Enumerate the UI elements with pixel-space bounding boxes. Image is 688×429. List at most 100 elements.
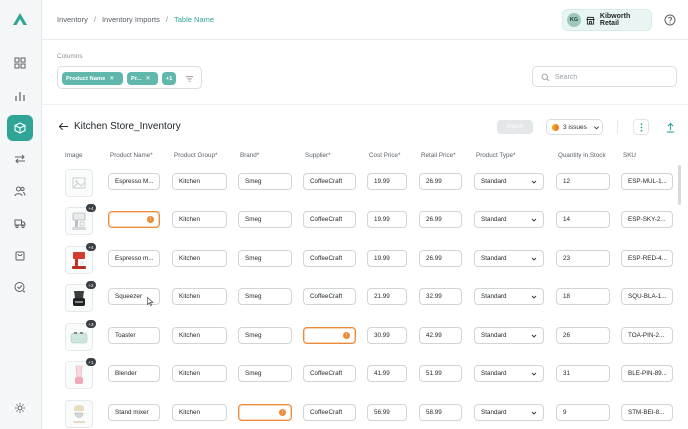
cost-price-field[interactable]: 19.99 — [367, 211, 407, 228]
retail-price-field[interactable]: 51.99 — [419, 365, 462, 382]
column-header[interactable]: Quantity in Stock — [558, 152, 606, 159]
help-icon[interactable] — [664, 14, 676, 26]
back-arrow-icon[interactable] — [58, 121, 69, 132]
retail-price-field[interactable]: 26.99 — [419, 250, 462, 267]
sku-field[interactable]: ESP-MUL-1... — [621, 173, 673, 190]
product-type-select[interactable]: Standard — [474, 327, 544, 344]
product-group-field[interactable]: Kitchen — [172, 404, 227, 421]
sidebar-item-transfers[interactable] — [7, 146, 33, 172]
supplier-field[interactable]: CoffeeCraft — [303, 211, 356, 228]
sidebar-item-tasks[interactable] — [7, 274, 33, 300]
supplier-field[interactable]: CoffeeCraft — [303, 173, 356, 190]
sidebar-item-settings[interactable] — [7, 395, 33, 421]
breadcrumb-item[interactable]: Inventory Imports — [102, 15, 160, 24]
sku-field[interactable]: TOA-PIN-2... — [621, 327, 673, 344]
brand-field[interactable]: ! — [238, 404, 292, 421]
supplier-field[interactable]: CoffeeCraft — [303, 288, 356, 305]
sku-field[interactable]: ESP-SKY-2... — [621, 211, 673, 228]
column-chip[interactable]: Pr... ✕ — [127, 72, 158, 85]
product-image[interactable]: +4 — [65, 243, 96, 274]
columns-selector[interactable]: Product Name ✕ Pr... ✕ +1 — [57, 66, 202, 89]
search-input[interactable] — [555, 70, 665, 84]
product-image[interactable]: +1 — [65, 358, 96, 389]
supplier-field[interactable]: CoffeeCraft — [303, 404, 356, 421]
sidebar-item-shipping[interactable] — [7, 210, 33, 236]
brand-field[interactable]: Smeg — [238, 173, 292, 190]
sidebar-item-analytics[interactable] — [7, 83, 33, 109]
product-name-field[interactable]: ! — [108, 211, 160, 228]
product-type-select[interactable]: Standard — [474, 173, 544, 190]
product-name-field[interactable]: Espresso m... — [108, 250, 160, 267]
product-group-field[interactable]: Kitchen — [172, 327, 227, 344]
product-name-field[interactable]: Blender — [108, 365, 160, 382]
retail-price-field[interactable]: 26.99 — [419, 173, 462, 190]
sidebar-item-inventory[interactable] — [7, 115, 33, 141]
product-type-select[interactable]: Standard — [474, 288, 544, 305]
more-options-button[interactable] — [633, 119, 649, 135]
product-image[interactable] — [65, 400, 93, 428]
product-type-select[interactable]: Standard — [474, 365, 544, 382]
sidebar-item-orders[interactable] — [7, 242, 33, 268]
import-button[interactable]: Import — [497, 120, 533, 134]
column-header[interactable]: Retail Price* — [421, 152, 456, 159]
issues-dropdown[interactable]: 3 issues — [546, 119, 603, 135]
quantity-field[interactable]: 18 — [556, 288, 610, 305]
brand-field[interactable]: Smeg — [238, 250, 292, 267]
cost-price-field[interactable]: 19.99 — [367, 250, 407, 267]
retail-price-field[interactable]: 32.99 — [419, 288, 462, 305]
filter-icon[interactable] — [185, 74, 194, 83]
product-group-field[interactable]: Kitchen — [172, 250, 227, 267]
column-header[interactable]: Product Group* — [174, 152, 217, 159]
retail-price-field[interactable]: 58.99 — [419, 404, 462, 421]
product-type-select[interactable]: Standard — [474, 250, 544, 267]
supplier-field[interactable]: CoffeeCraft — [303, 250, 356, 267]
sku-field[interactable]: SQU-BLA-1... — [621, 288, 673, 305]
cost-price-field[interactable]: 30.99 — [367, 327, 407, 344]
retail-price-field[interactable]: 42.99 — [419, 327, 462, 344]
retail-price-field[interactable]: 26.99 — [419, 211, 462, 228]
product-group-field[interactable]: Kitchen — [172, 211, 227, 228]
quantity-field[interactable]: 26 — [556, 327, 610, 344]
column-header[interactable]: Supplier* — [305, 152, 331, 159]
sku-field[interactable]: ESP-RED-4... — [621, 250, 673, 267]
export-button[interactable] — [663, 119, 677, 135]
quantity-field[interactable]: 12 — [556, 173, 610, 190]
product-type-select[interactable]: Standard — [474, 404, 544, 421]
close-icon[interactable]: ✕ — [109, 75, 114, 82]
quantity-field[interactable]: 14 — [556, 211, 610, 228]
sidebar-item-dashboard[interactable] — [7, 50, 33, 76]
cost-price-field[interactable]: 41.99 — [367, 365, 407, 382]
product-group-field[interactable]: Kitchen — [172, 288, 227, 305]
close-icon[interactable]: ✕ — [146, 75, 151, 82]
product-image[interactable] — [65, 169, 93, 197]
product-name-field[interactable]: Stand mixer — [108, 404, 160, 421]
sidebar-item-users[interactable] — [7, 178, 33, 204]
cost-price-field[interactable]: 56.99 — [367, 404, 407, 421]
quantity-field[interactable]: 23 — [556, 250, 610, 267]
more-columns-chip[interactable]: +1 — [162, 72, 176, 85]
cost-price-field[interactable]: 19.99 — [367, 173, 407, 190]
cost-price-field[interactable]: 21.99 — [367, 288, 407, 305]
column-header[interactable]: Cost Price* — [369, 152, 401, 159]
quantity-field[interactable]: 31 — [556, 365, 610, 382]
quantity-field[interactable]: 9 — [556, 404, 610, 421]
product-name-field[interactable]: Espresso M... — [108, 173, 160, 190]
breadcrumb-item[interactable]: Inventory — [57, 15, 88, 24]
column-header[interactable]: SKU — [623, 152, 636, 159]
sku-field[interactable]: BLE-PIN-89... — [621, 365, 673, 382]
brand-field[interactable]: Smeg — [238, 288, 292, 305]
column-header[interactable]: Product Type* — [476, 152, 515, 159]
scrollbar[interactable] — [678, 165, 681, 205]
product-group-field[interactable]: Kitchen — [172, 173, 227, 190]
supplier-field[interactable]: ! — [303, 327, 356, 344]
sku-field[interactable]: STM-BEI-8... — [621, 404, 673, 421]
brand-field[interactable]: Smeg — [238, 211, 292, 228]
product-group-field[interactable]: Kitchen — [172, 365, 227, 382]
column-header[interactable]: Brand* — [240, 152, 259, 159]
product-name-field[interactable]: Toaster — [108, 327, 160, 344]
product-type-select[interactable]: Standard — [474, 211, 544, 228]
brand-field[interactable]: Smeg — [238, 327, 292, 344]
column-header[interactable]: Product Name* — [110, 152, 153, 159]
product-image[interactable]: +3 — [65, 320, 96, 351]
product-image[interactable]: +2 — [65, 281, 96, 312]
